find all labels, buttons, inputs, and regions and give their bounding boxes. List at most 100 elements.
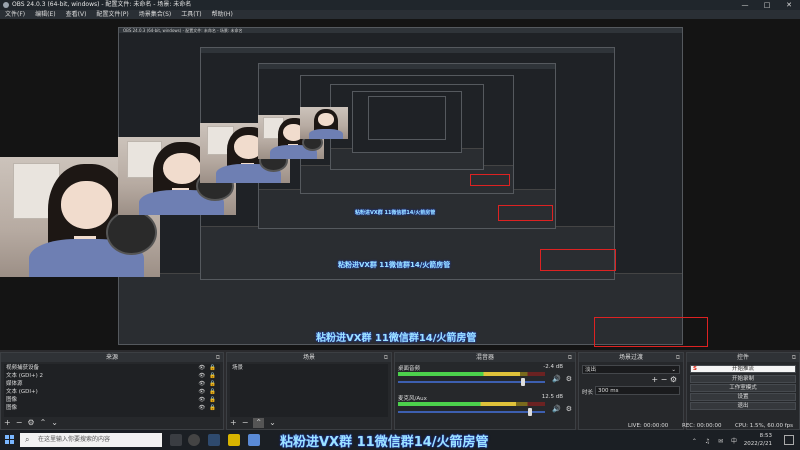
nested-titlebar — [201, 48, 614, 53]
gear-icon[interactable]: ⚙ — [566, 375, 572, 383]
add-scene-button[interactable]: + — [230, 418, 237, 428]
channel-name: 桌面音频 — [398, 366, 421, 372]
maximize-button[interactable]: □ — [756, 0, 778, 10]
chevron-down-icon: ⌄ — [671, 367, 676, 373]
source-item[interactable]: 视频捕获设备 👁 🔒 — [4, 364, 220, 372]
source-item[interactable]: 图像 👁 🔒 — [4, 404, 220, 412]
undock-icon[interactable]: ⧉ — [792, 353, 796, 362]
transition-type-select[interactable]: 淡出 ⌄ — [582, 365, 680, 374]
undock-icon[interactable]: ⧉ — [216, 353, 220, 362]
window-titlebar[interactable]: OBS 24.0.3 (64-bit, windows) - 配置文件: 未命名… — [0, 0, 800, 10]
volume-knob[interactable] — [520, 378, 525, 386]
source-item[interactable]: 图像 👁 🔒 — [4, 396, 220, 404]
visibility-lock-icons[interactable]: 👁 🔒 — [198, 372, 217, 380]
remove-source-button[interactable]: − — [16, 418, 23, 428]
remove-transition-button[interactable]: − — [661, 375, 668, 384]
preview-canvas[interactable]: OBS 24.0.3 (64-bit, windows) - 配置文件: 未命名… — [0, 19, 800, 350]
undock-icon[interactable]: ⧉ — [676, 353, 680, 362]
controls-header: 控件 ⧉ — [687, 353, 799, 362]
close-button[interactable]: ✕ — [778, 0, 800, 10]
audio-meter — [398, 372, 545, 376]
app-blue-icon[interactable] — [248, 434, 260, 446]
volume-knob[interactable] — [528, 408, 533, 416]
channel-db: -2.4 dB — [543, 364, 563, 370]
task-view-icon[interactable] — [170, 434, 182, 446]
audio-level — [398, 372, 520, 376]
source-item[interactable]: 文本 (GDI+) 2 👁 🔒 — [4, 372, 220, 380]
nested-title: OBS 24.0.3 (64-bit, windows) - 配置文件: 未命名… — [123, 28, 243, 33]
minimize-button[interactable]: — — [734, 0, 756, 10]
menu-file[interactable]: 文件(F) — [0, 10, 30, 19]
visibility-lock-icons[interactable]: 👁 🔒 — [198, 388, 217, 396]
obs-logo-icon — [3, 2, 9, 8]
add-source-button[interactable]: + — [4, 418, 11, 428]
windows-start-icon[interactable] — [5, 435, 15, 445]
menu-profile[interactable]: 配置文件(P) — [91, 10, 133, 19]
scenes-title: 场景 — [302, 354, 315, 361]
start-streaming-label: 开始推流 — [731, 366, 754, 372]
undock-icon[interactable]: ⧉ — [568, 353, 572, 362]
menu-edit[interactable]: 编辑(E) — [30, 10, 60, 19]
scenes-dock: 场景 ⧉ 场景 + − ⌃ ⌄ — [226, 352, 392, 430]
nested-titlebar: OBS 24.0.3 (64-bit, windows) - 配置文件: 未命名… — [119, 28, 682, 33]
scene-up-button[interactable]: ⌃ — [253, 418, 265, 428]
search-icon: ⌕ — [25, 435, 30, 444]
transition-gear-icon[interactable]: ⚙ — [670, 375, 677, 384]
exit-button[interactable]: 退出 — [690, 402, 796, 410]
source-item[interactable]: 文本 (GDI+) 👁 🔒 — [4, 388, 220, 396]
visibility-lock-icons[interactable]: 👁 🔒 — [198, 404, 217, 412]
studio-mode-button[interactable]: 工作室模式 — [690, 384, 796, 392]
menu-tools[interactable]: 工具(T) — [176, 10, 206, 19]
scenes-list[interactable]: 场景 — [230, 364, 388, 417]
speaker-icon[interactable]: 🔊 — [552, 405, 561, 413]
sources-list[interactable]: 视频捕获设备 👁 🔒 文本 (GDI+) 2 👁 🔒 媒体源 👁 🔒 文本 (GDI+… — [4, 364, 220, 417]
highlight-box — [498, 205, 553, 221]
source-name: 媒体源 — [6, 381, 23, 387]
move-up-button[interactable]: ⌃ — [40, 418, 47, 428]
source-properties-gear-icon[interactable]: ⚙ — [27, 418, 34, 428]
visibility-lock-icons[interactable]: 👁 🔒 — [198, 380, 217, 388]
taskbar-search-box[interactable]: ⌕ 在这里输入你要搜索的内容 — [20, 433, 162, 447]
menu-help[interactable]: 帮助(H) — [207, 10, 238, 19]
gear-icon[interactable]: ⚙ — [566, 405, 572, 413]
speaker-icon[interactable]: 🔊 — [552, 375, 561, 383]
sources-toolbar: + − ⚙ ⌃ ⌄ — [4, 418, 220, 428]
app-yellow-icon[interactable] — [228, 434, 240, 446]
duration-input[interactable]: 300 ms — [595, 386, 680, 395]
start-streaming-button[interactable]: 开始推流 S — [690, 365, 796, 373]
nested-obs-window-7 — [368, 96, 446, 140]
source-name: 视频捕获设备 — [6, 365, 40, 371]
mixer-header: 混音器 ⧉ — [395, 353, 575, 362]
mixer-channel-desktop: 桌面音频 -2.4 dB 🔊 ⚙ — [395, 364, 575, 392]
system-tray-icons[interactable]: ⌃ ♫ ✉ 中 — [692, 436, 740, 445]
source-item[interactable]: 媒体源 👁 🔒 — [4, 380, 220, 388]
remove-scene-button[interactable]: − — [242, 418, 249, 428]
visibility-lock-icons[interactable]: 👁 🔒 — [198, 396, 217, 404]
settings-button[interactable]: 设置 — [690, 393, 796, 401]
steam-icon[interactable] — [208, 434, 220, 446]
scene-item[interactable]: 场景 — [230, 364, 388, 372]
windows-taskbar: ⌕ 在这里输入你要搜索的内容 粘粉进VX群 11微信群14/火箭房管 ⌃ ♫ ✉ … — [0, 430, 800, 450]
notification-icon[interactable] — [784, 435, 794, 445]
volume-slider[interactable] — [398, 408, 545, 416]
volume-slider[interactable] — [398, 378, 545, 386]
start-recording-button[interactable]: 开始录制 — [690, 375, 796, 383]
undock-icon[interactable]: ⧉ — [384, 353, 388, 362]
scene-down-button[interactable]: ⌄ — [269, 418, 276, 428]
highlight-box — [594, 317, 708, 347]
mixer-title: 混音器 — [475, 354, 494, 361]
rec-status: REC: 00:00:00 — [682, 423, 722, 429]
search-placeholder: 在这里输入你要搜索的内容 — [38, 436, 111, 443]
duration-value: 300 ms — [598, 388, 619, 394]
visibility-lock-icons[interactable]: 👁 🔒 — [198, 364, 217, 372]
webcam-feed-nested — [300, 107, 348, 139]
obs-taskbar-icon[interactable] — [188, 434, 200, 446]
move-down-button[interactable]: ⌄ — [51, 418, 58, 428]
clock[interactable]: 8:53 2022/2/21 — [744, 432, 772, 448]
menu-scene-collection[interactable]: 场景集合(S) — [134, 10, 177, 19]
nested-titlebar — [259, 64, 555, 69]
add-transition-button[interactable]: + — [651, 375, 658, 384]
menu-view[interactable]: 查看(V) — [61, 10, 92, 19]
source-name: 图像 — [6, 405, 18, 411]
menu-bar: 文件(F) 编辑(E) 查看(V) 配置文件(P) 场景集合(S) 工具(T) … — [0, 10, 800, 19]
